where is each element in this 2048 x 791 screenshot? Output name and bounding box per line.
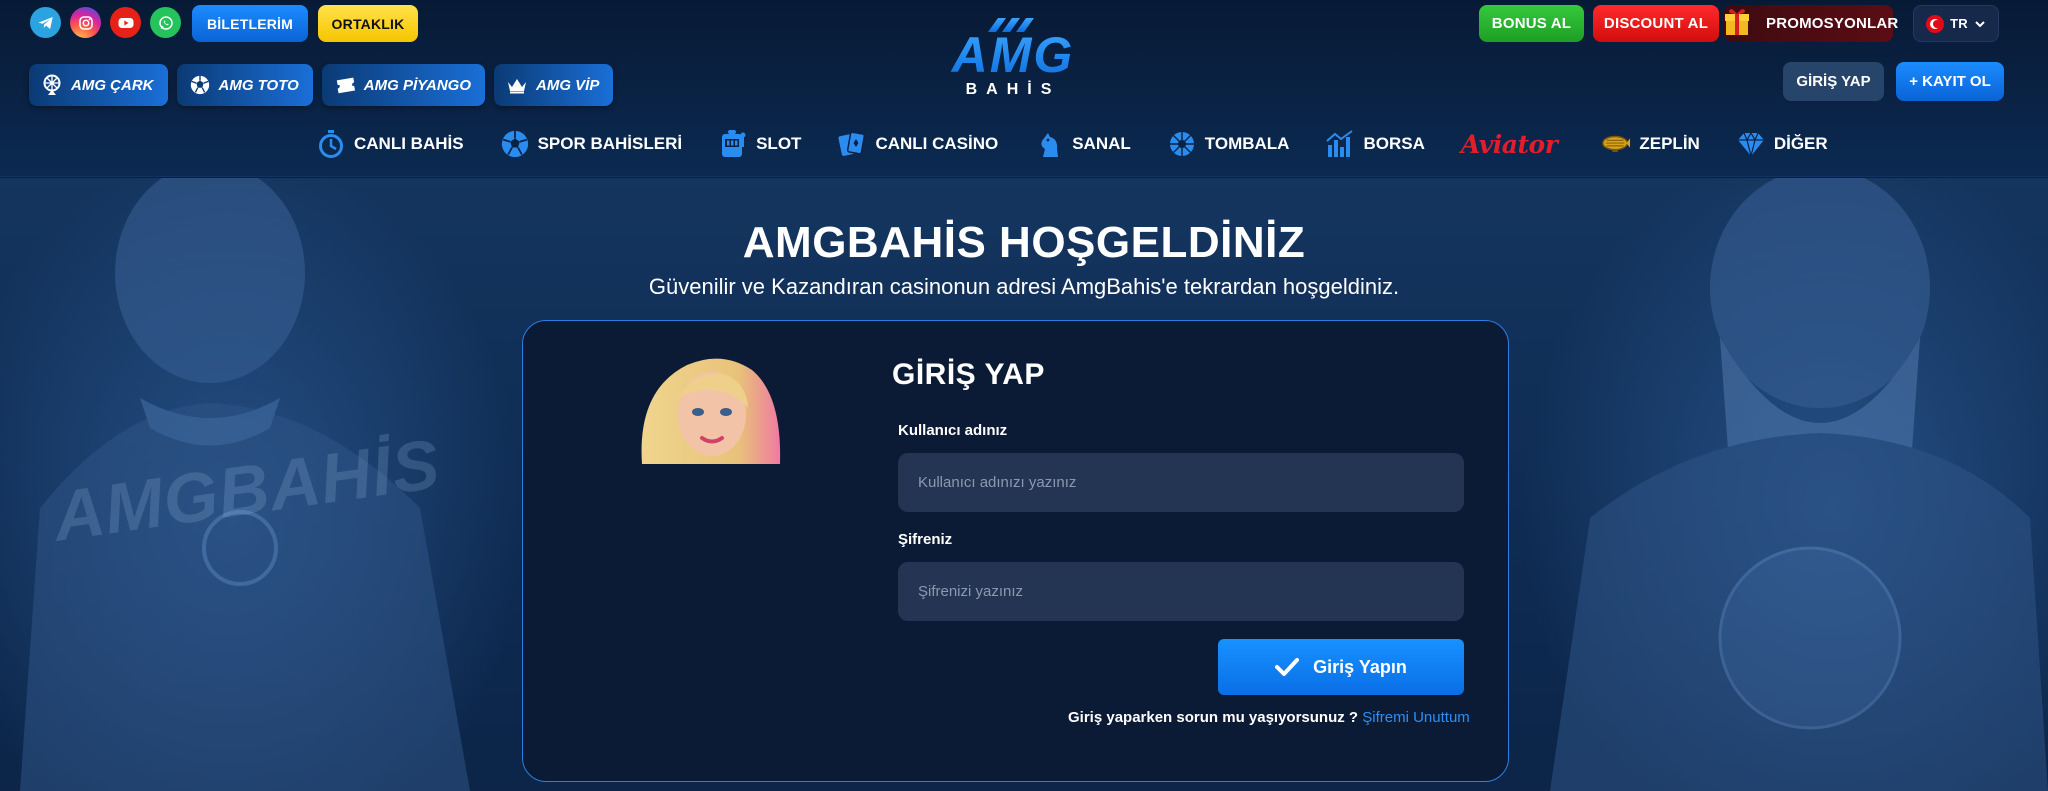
forgot-password-link[interactable]: Şifremi Unuttum <box>1362 709 1470 726</box>
sub-nav-label: AMG PİYANGO <box>363 76 472 94</box>
logo-text: AMG <box>950 27 1075 83</box>
nav-spor-bahisleri[interactable]: SPOR BAHİSLERİ <box>500 126 683 162</box>
page-subtitle: Güvenilir ve Kazandıran casinonun adresi… <box>648 274 1400 299</box>
wheel-icon <box>41 74 63 96</box>
nav-label: SANAL <box>1072 134 1131 153</box>
username-label: Kullanıcı adınız <box>898 422 1008 439</box>
god-illustration <box>1550 178 2048 791</box>
check-icon <box>1275 658 1300 676</box>
telegram-icon[interactable] <box>30 7 61 38</box>
sub-nav: AMG ÇARK AMG TOTO AMG PİYANGO AMG VİP <box>29 64 614 106</box>
sub-nav-label: AMG VİP <box>536 76 600 94</box>
slot-machine-icon <box>718 129 748 159</box>
login-help-text: Giriş yaparken sorun mu yaşıyorsunuz ? <box>1068 709 1359 726</box>
nav-label: BORSA <box>1363 134 1425 153</box>
nav-canli-casino[interactable]: CANLI CASİNO <box>837 126 998 162</box>
nav-sanal[interactable]: SANAL <box>1034 126 1131 162</box>
nav-aviator[interactable]: Aviator <box>1461 126 1558 162</box>
soccer-ball-icon <box>500 129 530 159</box>
site-logo[interactable]: AMG BAHİS <box>906 14 1120 98</box>
login-title: GİRİŞ YAP <box>892 358 1045 391</box>
ticket-icon <box>334 74 356 96</box>
bonus-al-button[interactable]: BONUS AL <box>1479 5 1584 42</box>
language-code: TR <box>1950 16 1968 31</box>
nav-tombala[interactable]: TOMBALA <box>1167 126 1290 162</box>
nav-borsa[interactable]: BORSA <box>1325 126 1425 162</box>
nav-label: CANLI CASİNO <box>875 134 999 153</box>
main-nav: CANLI BAHİS SPOR BAHİSLERİ SLOT CANLI CA… <box>316 126 1864 162</box>
soccer-ball-icon <box>189 74 211 96</box>
nav-label: ZEPLİN <box>1639 134 1700 153</box>
youtube-icon[interactable] <box>110 7 141 38</box>
nav-label: DİĞER <box>1773 134 1828 153</box>
login-button[interactable]: GİRİŞ YAP <box>1783 62 1884 101</box>
login-help: Giriş yaparken sorun mu yaşıyorsunuz ? Ş… <box>1068 709 1470 726</box>
username-input[interactable] <box>898 453 1464 512</box>
lottery-ball-icon <box>1167 129 1197 159</box>
sub-nav-label: AMG ÇARK <box>71 76 154 94</box>
nav-label: CANLI BAHİS <box>354 134 464 153</box>
stopwatch-icon <box>316 129 346 159</box>
aviator-logo: Aviator <box>1460 129 1558 159</box>
discount-al-button[interactable]: DISCOUNT AL <box>1593 5 1719 42</box>
whatsapp-icon[interactable] <box>150 7 181 38</box>
avatar <box>612 350 802 464</box>
crown-icon <box>506 74 528 96</box>
page-title: AMGBAHİS HOŞGELDİNİZ <box>742 218 1306 267</box>
site-header: BİLETLERİM ORTAKLIK AMG BAHİS BONUS AL D… <box>0 0 2048 177</box>
ortaklik-button[interactable]: ORTAKLIK <box>318 5 418 42</box>
gift-icon <box>1723 6 1751 36</box>
zeppelin-icon <box>1601 129 1631 159</box>
password-label: Şifreniz <box>898 531 953 548</box>
chevron-down-icon <box>1975 20 1985 27</box>
nav-diger[interactable]: DİĞER <box>1736 126 1828 162</box>
login-submit-label: Giriş Yapın <box>1313 656 1407 677</box>
nav-slot[interactable]: SLOT <box>718 126 801 162</box>
nav-zeplin[interactable]: ZEPLİN <box>1601 126 1700 162</box>
sub-nav-amg-piyango[interactable]: AMG PİYANGO <box>321 64 486 106</box>
language-selector[interactable]: TR <box>1913 5 1999 42</box>
sub-nav-label: AMG TOTO <box>218 76 299 94</box>
nav-canli-bahis[interactable]: CANLI BAHİS <box>316 126 464 162</box>
chess-knight-icon <box>1034 129 1064 159</box>
sub-nav-amg-toto[interactable]: AMG TOTO <box>176 64 313 106</box>
sub-nav-amg-vip[interactable]: AMG VİP <box>494 64 614 106</box>
nav-label: SPOR BAHİSLERİ <box>537 134 683 153</box>
logo-graphic: AMG BAHİS <box>950 18 1075 98</box>
bar-chart-icon <box>1325 129 1355 159</box>
logo-subtext: BAHİS <box>966 80 1061 98</box>
nav-label: TOMBALA <box>1204 134 1290 153</box>
playing-cards-icon <box>837 129 867 159</box>
turkey-flag-icon <box>1926 14 1945 33</box>
password-input[interactable] <box>898 562 1464 621</box>
diamond-icon <box>1736 129 1766 159</box>
sub-nav-amg-cark[interactable]: AMG ÇARK <box>29 64 168 106</box>
login-submit-button[interactable]: Giriş Yapın <box>1218 639 1464 695</box>
register-button[interactable]: + KAYIT OL <box>1896 62 2004 101</box>
nav-label: SLOT <box>756 134 802 153</box>
social-links <box>30 7 181 38</box>
biletlerim-button[interactable]: BİLETLERİM <box>192 5 308 42</box>
instagram-icon[interactable] <box>70 7 101 38</box>
